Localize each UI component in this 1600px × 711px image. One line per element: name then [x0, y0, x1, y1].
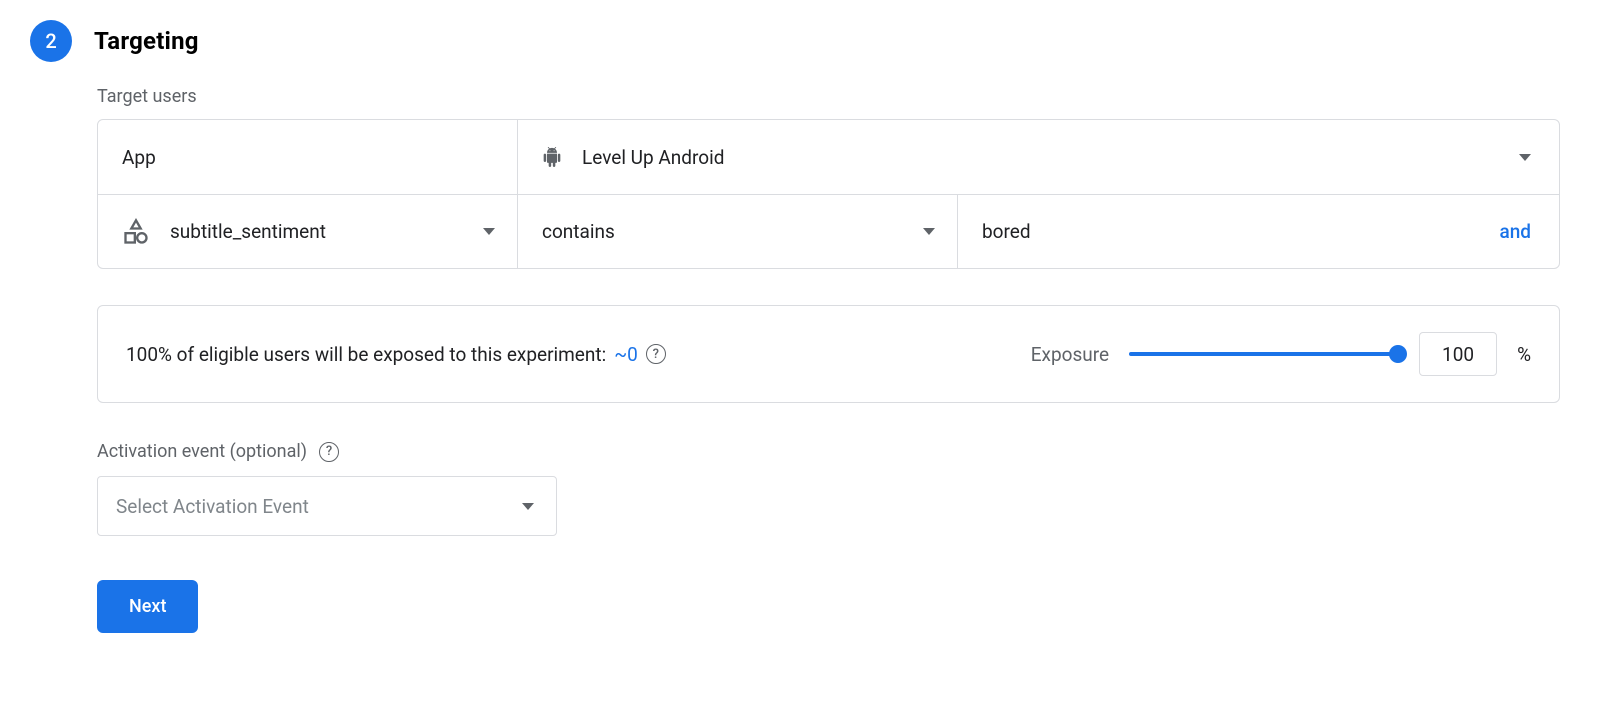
- help-icon[interactable]: ?: [319, 442, 339, 462]
- targeting-step: 2 Targeting Target users App Level Up An…: [0, 0, 1600, 673]
- step-number-badge: 2: [30, 20, 72, 62]
- exposure-slider[interactable]: [1129, 344, 1399, 364]
- app-value: Level Up Android: [582, 146, 724, 169]
- property-select[interactable]: subtitle_sentiment: [98, 195, 518, 268]
- help-icon[interactable]: ?: [646, 344, 666, 364]
- operator-value: contains: [542, 220, 615, 243]
- property-value: subtitle_sentiment: [170, 220, 326, 243]
- exposure-description: 100% of eligible users will be exposed t…: [126, 343, 1031, 366]
- android-icon: [542, 147, 562, 167]
- slider-thumb[interactable]: [1389, 345, 1407, 363]
- operator-select[interactable]: contains: [518, 195, 958, 268]
- next-button[interactable]: Next: [97, 580, 198, 633]
- and-condition-link[interactable]: and: [1499, 220, 1531, 243]
- app-label: App: [122, 146, 156, 169]
- exposure-description-text: 100% of eligible users will be exposed t…: [126, 343, 606, 366]
- condition-value-input[interactable]: bored: [982, 220, 1031, 243]
- percent-sign: %: [1517, 343, 1531, 366]
- target-users-label: Target users: [97, 86, 1560, 107]
- target-users-card: App Level Up Android: [97, 119, 1560, 269]
- app-row: App Level Up Android: [98, 120, 1559, 194]
- condition-value-cell: bored and: [958, 195, 1559, 268]
- slider-track: [1129, 352, 1399, 356]
- activation-event-label-text: Activation event (optional): [97, 441, 307, 462]
- chevron-down-icon: [522, 503, 534, 510]
- condition-row: subtitle_sentiment contains bored and: [98, 194, 1559, 268]
- app-select[interactable]: Level Up Android: [518, 120, 1559, 194]
- category-icon: [122, 218, 150, 246]
- step-header: 2 Targeting: [30, 20, 1560, 62]
- activation-event-label: Activation event (optional) ?: [97, 441, 1560, 462]
- exposure-card: 100% of eligible users will be exposed t…: [97, 305, 1560, 403]
- chevron-down-icon: [1519, 154, 1531, 161]
- exposure-percent-input[interactable]: [1419, 332, 1497, 376]
- exposure-label: Exposure: [1031, 343, 1109, 366]
- activation-event-select[interactable]: Select Activation Event: [97, 476, 557, 536]
- chevron-down-icon: [923, 228, 935, 235]
- exposure-estimate: ~0: [614, 343, 638, 366]
- exposure-controls: Exposure %: [1031, 332, 1531, 376]
- activation-event-placeholder: Select Activation Event: [116, 495, 309, 518]
- chevron-down-icon: [483, 228, 495, 235]
- app-label-cell: App: [98, 120, 518, 194]
- step-title: Targeting: [94, 27, 199, 55]
